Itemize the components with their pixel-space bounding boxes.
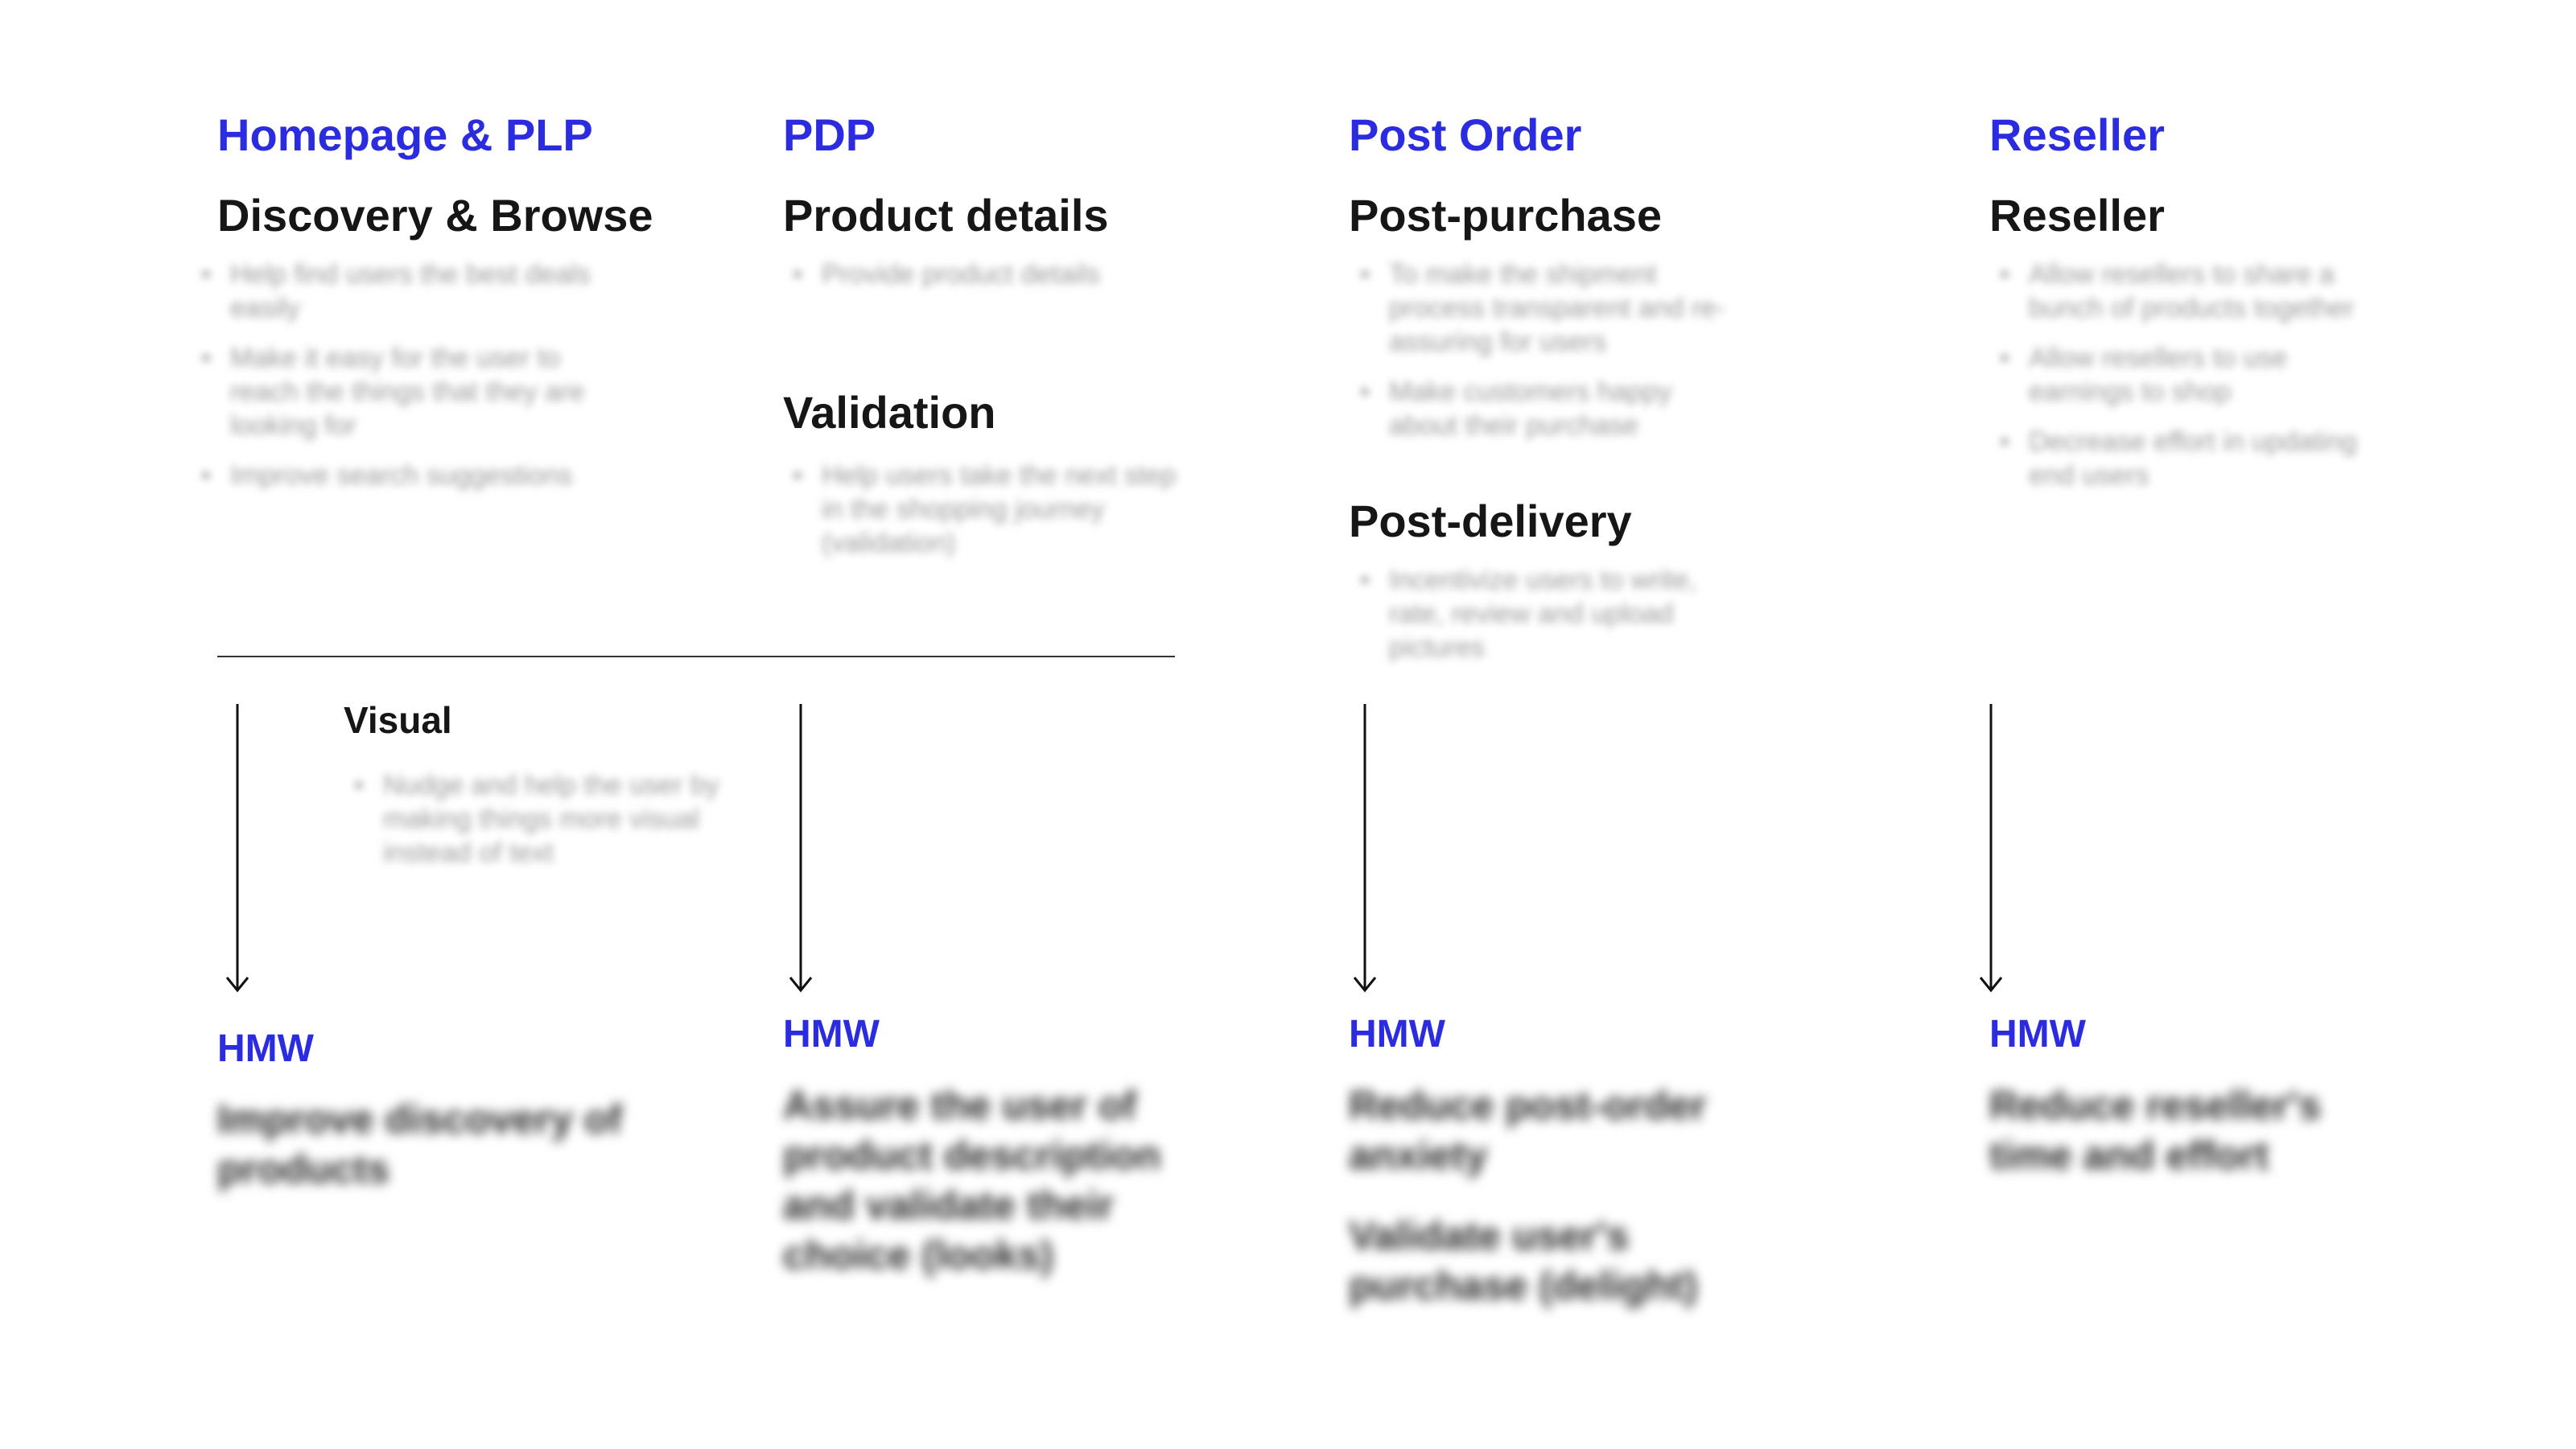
visual-bullet-list: Nudge and help the user by making things… [354, 768, 732, 886]
stage-title-post-order: Post Order [1349, 109, 1582, 160]
hmw-label: HMW [217, 1027, 314, 1070]
hmw-label: HMW [1989, 1013, 2086, 1056]
hmw-statement: Validate user's purchase (delight) [1349, 1213, 1698, 1308]
hmw-statement: Reduce post-order anxiety [1349, 1083, 1707, 1178]
stage-title-homepage-plp: Homepage & PLP [217, 109, 593, 160]
bullet-item: To make the shipment process transparent… [1360, 257, 1738, 359]
hmw-statement-group: Reduce post-order anxiety Validate user'… [1349, 1081, 1751, 1341]
section-divider [217, 656, 1175, 657]
hmw-statement-group: Reduce reseller's time and effort [1989, 1081, 2408, 1211]
phase-title-post-purchase: Post-purchase [1349, 190, 1662, 241]
hmw-statement: Reduce reseller's time and effort [1989, 1083, 2322, 1178]
bullet-item: Allow resellers to share a bunch of prod… [2000, 257, 2378, 325]
stage-title-reseller: Reseller [1989, 109, 2165, 160]
bullet-item: Decrease effort in updating end users [2000, 425, 2378, 492]
hmw-statement-group: Assure the user of product description a… [783, 1081, 1185, 1311]
phase-title-product-details: Product details [783, 190, 1109, 241]
phase-title-discovery-browse: Discovery & Browse [217, 190, 653, 241]
arrow-down-icon [225, 704, 249, 993]
arrow-down-icon [789, 704, 813, 993]
hmw-label: HMW [783, 1013, 880, 1056]
bullet-item: Allow resellers to use earnings to shop [2000, 341, 2378, 409]
phase-title-post-delivery: Post-delivery [1349, 496, 1632, 546]
bullet-item: Make it easy for the user to reach the t… [201, 341, 620, 443]
discovery-bullet-list: Help find users the best deals easily Ma… [201, 257, 620, 508]
stage-title-pdp: PDP [783, 109, 876, 160]
phase-title-validation: Validation [783, 387, 996, 438]
hmw-label: HMW [1349, 1013, 1445, 1056]
bullet-item: Make customers happy about their purchas… [1360, 375, 1738, 443]
bullet-item: Provide product details [793, 257, 1179, 291]
bullet-item: Nudge and help the user by making things… [354, 768, 732, 870]
bullet-item: Help users take the next step in the sho… [793, 459, 1179, 560]
phase-title-reseller: Reseller [1989, 190, 2165, 241]
hmw-statement: Improve discovery of products [217, 1097, 622, 1192]
bullet-item: Improve search suggestions [201, 459, 620, 492]
hmw-statement: Assure the user of product description a… [783, 1083, 1161, 1278]
hmw-statement-group: Improve discovery of products [217, 1094, 668, 1225]
bullet-item: Incentivize users to write, rate, review… [1360, 563, 1722, 665]
arrow-down-icon [1353, 704, 1377, 993]
validation-bullet-list: Help users take the next step in the sho… [793, 459, 1179, 576]
post-delivery-bullet-list: Incentivize users to write, rate, review… [1360, 563, 1722, 681]
bullet-item: Help find users the best deals easily [201, 257, 620, 325]
arrow-down-icon [1979, 704, 2003, 993]
phase-title-visual: Visual [344, 699, 452, 741]
product-details-bullet-list: Provide product details [793, 257, 1179, 307]
reseller-bullet-list: Allow resellers to share a bunch of prod… [2000, 257, 2378, 508]
post-purchase-bullet-list: To make the shipment process transparent… [1360, 257, 1738, 459]
